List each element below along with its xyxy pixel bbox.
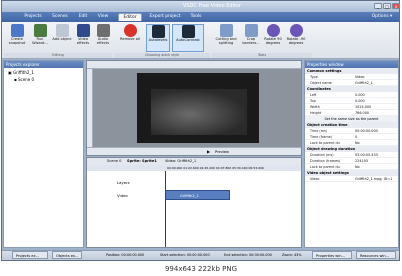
audio-effects-button[interactable]: Audio effects: [92, 24, 114, 52]
crop-icon: [244, 24, 258, 37]
tab-tools[interactable]: Tools: [187, 13, 205, 21]
cutting-splitting-button[interactable]: Cutting and splitting: [213, 24, 239, 52]
autolevels-icon: [151, 25, 165, 38]
prop-row[interactable]: Video Griffith2_1.mpg; ID=1: [305, 176, 398, 182]
close-icon[interactable]: x: [392, 3, 400, 9]
preview-pane: ▶ Preview: [86, 60, 302, 156]
layers-label: Layers: [117, 180, 130, 185]
playhead[interactable]: [165, 171, 166, 247]
properties-window-tab[interactable]: Properties win...: [312, 251, 352, 259]
objects-explorer-tab[interactable]: Objects ex...: [52, 251, 82, 259]
status-start: Start selection: 00:00:00.000: [160, 253, 210, 257]
tab-scenes[interactable]: Scenes: [49, 13, 71, 21]
status-position: Position: 00:00:00.000: [106, 253, 145, 257]
image-caption: 994x643 222kb PNG: [0, 262, 402, 276]
remove-icon: [123, 24, 137, 37]
crop-borders-button[interactable]: Crop borders...: [240, 24, 262, 52]
video-image: [151, 89, 247, 135]
preview-label: Preview: [215, 150, 229, 154]
timeline-ruler[interactable]: 00:00.000 01:22.600 02:45.200 04:07.800 …: [87, 165, 301, 171]
tab-edit[interactable]: Edit: [75, 13, 91, 21]
video-frame: [137, 73, 259, 143]
cut-icon: [219, 24, 233, 37]
properties-window: Properties window Common settings Type Vi…: [304, 60, 399, 248]
status-end: End selection: 00:00:00.000: [224, 253, 272, 257]
options-menu[interactable]: Options ▾: [368, 13, 396, 21]
projects-explorer: Projects explorer ▣ Griffith2_1 ▪ Scene …: [3, 60, 84, 248]
projects-explorer-title: Projects explorer: [4, 61, 83, 68]
wizard-icon: [33, 24, 47, 37]
timeline: Scene 0 Sprite: Sprite1 Video: Griffith2…: [86, 157, 302, 248]
create-snapshot-button[interactable]: Create snapshot: [6, 24, 28, 52]
properties-title: Properties window: [305, 61, 398, 68]
status-zoom: Zoom: 43%: [282, 253, 302, 257]
rotate-minus-90-button[interactable]: Rotate -90 degrees: [284, 24, 308, 52]
autocontrast-icon: [181, 25, 195, 38]
tab-view[interactable]: View: [95, 13, 111, 21]
add-object-button[interactable]: Add object: [51, 24, 73, 52]
object-toolbar: [87, 69, 93, 155]
tab-editor[interactable]: Editor: [118, 13, 142, 21]
rotate-90-button[interactable]: Rotate 90 degrees: [262, 24, 284, 52]
video-effects-button[interactable]: Video effects: [72, 24, 94, 52]
group-tools: Tools: [212, 53, 312, 58]
autocontrast-button[interactable]: AutoContrast: [172, 24, 204, 52]
title-bar: VSDC Free Video Editor _ □ x: [2, 1, 400, 12]
menu-tabs: Projects Scenes Edit View Editor Export …: [2, 12, 399, 22]
tab-video[interactable]: Video: Griffith2_1: [165, 159, 196, 163]
scene-node[interactable]: ▪ Scene 0: [14, 77, 34, 82]
tab-export-project[interactable]: Export project: [145, 13, 185, 21]
preview-toolbar: [87, 61, 301, 69]
video-clip[interactable]: Griffith2_1: [165, 190, 230, 200]
track-label: Video: [117, 193, 128, 198]
tab-projects[interactable]: Projects: [22, 13, 44, 21]
run-wizard-button[interactable]: Run Wizard...: [29, 24, 51, 52]
add-object-icon: [55, 24, 69, 37]
window-title: VSDC Free Video Editor: [182, 3, 242, 9]
play-icon[interactable]: ▶: [207, 149, 210, 154]
projects-explorer-tab[interactable]: Projects ex...: [12, 251, 48, 259]
video-effects-icon: [76, 24, 90, 37]
maximize-icon[interactable]: □: [383, 3, 391, 9]
project-node[interactable]: ▣ Griffith2_1: [8, 70, 34, 75]
playback-bar: ▶ Preview: [87, 147, 301, 155]
tab-scene[interactable]: Scene 0: [107, 159, 121, 163]
timeline-tabs: Scene 0 Sprite: Sprite1 Video: Griffith2…: [87, 158, 301, 165]
snapshot-icon: [10, 24, 24, 37]
autolevels-button[interactable]: Autolevels: [146, 24, 170, 52]
audio-effects-icon: [96, 24, 110, 37]
resources-window-tab[interactable]: Resources win...: [356, 251, 396, 259]
ribbon: Create snapshot Run Wizard... Add object…: [2, 22, 399, 59]
group-editing: Editing: [4, 53, 112, 58]
tab-sprite[interactable]: Sprite: Sprite1: [127, 159, 157, 163]
group-quick-style: Choosing quick style: [114, 53, 210, 58]
minimize-icon[interactable]: _: [374, 3, 382, 9]
remove-all-button[interactable]: Remove all: [115, 24, 145, 52]
rotate-cw-icon: [266, 24, 280, 37]
rotate-ccw-icon: [289, 24, 303, 37]
